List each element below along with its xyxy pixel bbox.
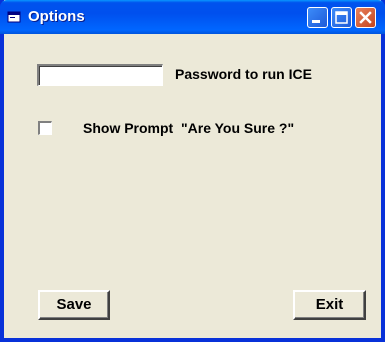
maximize-icon [335,11,348,24]
app-window-icon [7,10,21,24]
minimize-icon [312,20,320,23]
options-window: Options Password to run ICE Show Prompt … [0,0,385,342]
password-label: Password to run ICE [175,66,312,82]
password-input[interactable] [37,64,163,86]
exit-button[interactable]: Exit [293,290,366,320]
close-button[interactable] [355,7,376,28]
maximize-button[interactable] [331,7,352,28]
minimize-button[interactable] [307,7,328,28]
show-prompt-label: Show Prompt "Are You Sure ?" [83,120,295,136]
save-button[interactable]: Save [38,290,110,320]
show-prompt-checkbox[interactable] [38,121,52,135]
window-title: Options [28,8,85,25]
title-bar[interactable]: Options [0,0,385,34]
close-icon [359,11,372,24]
